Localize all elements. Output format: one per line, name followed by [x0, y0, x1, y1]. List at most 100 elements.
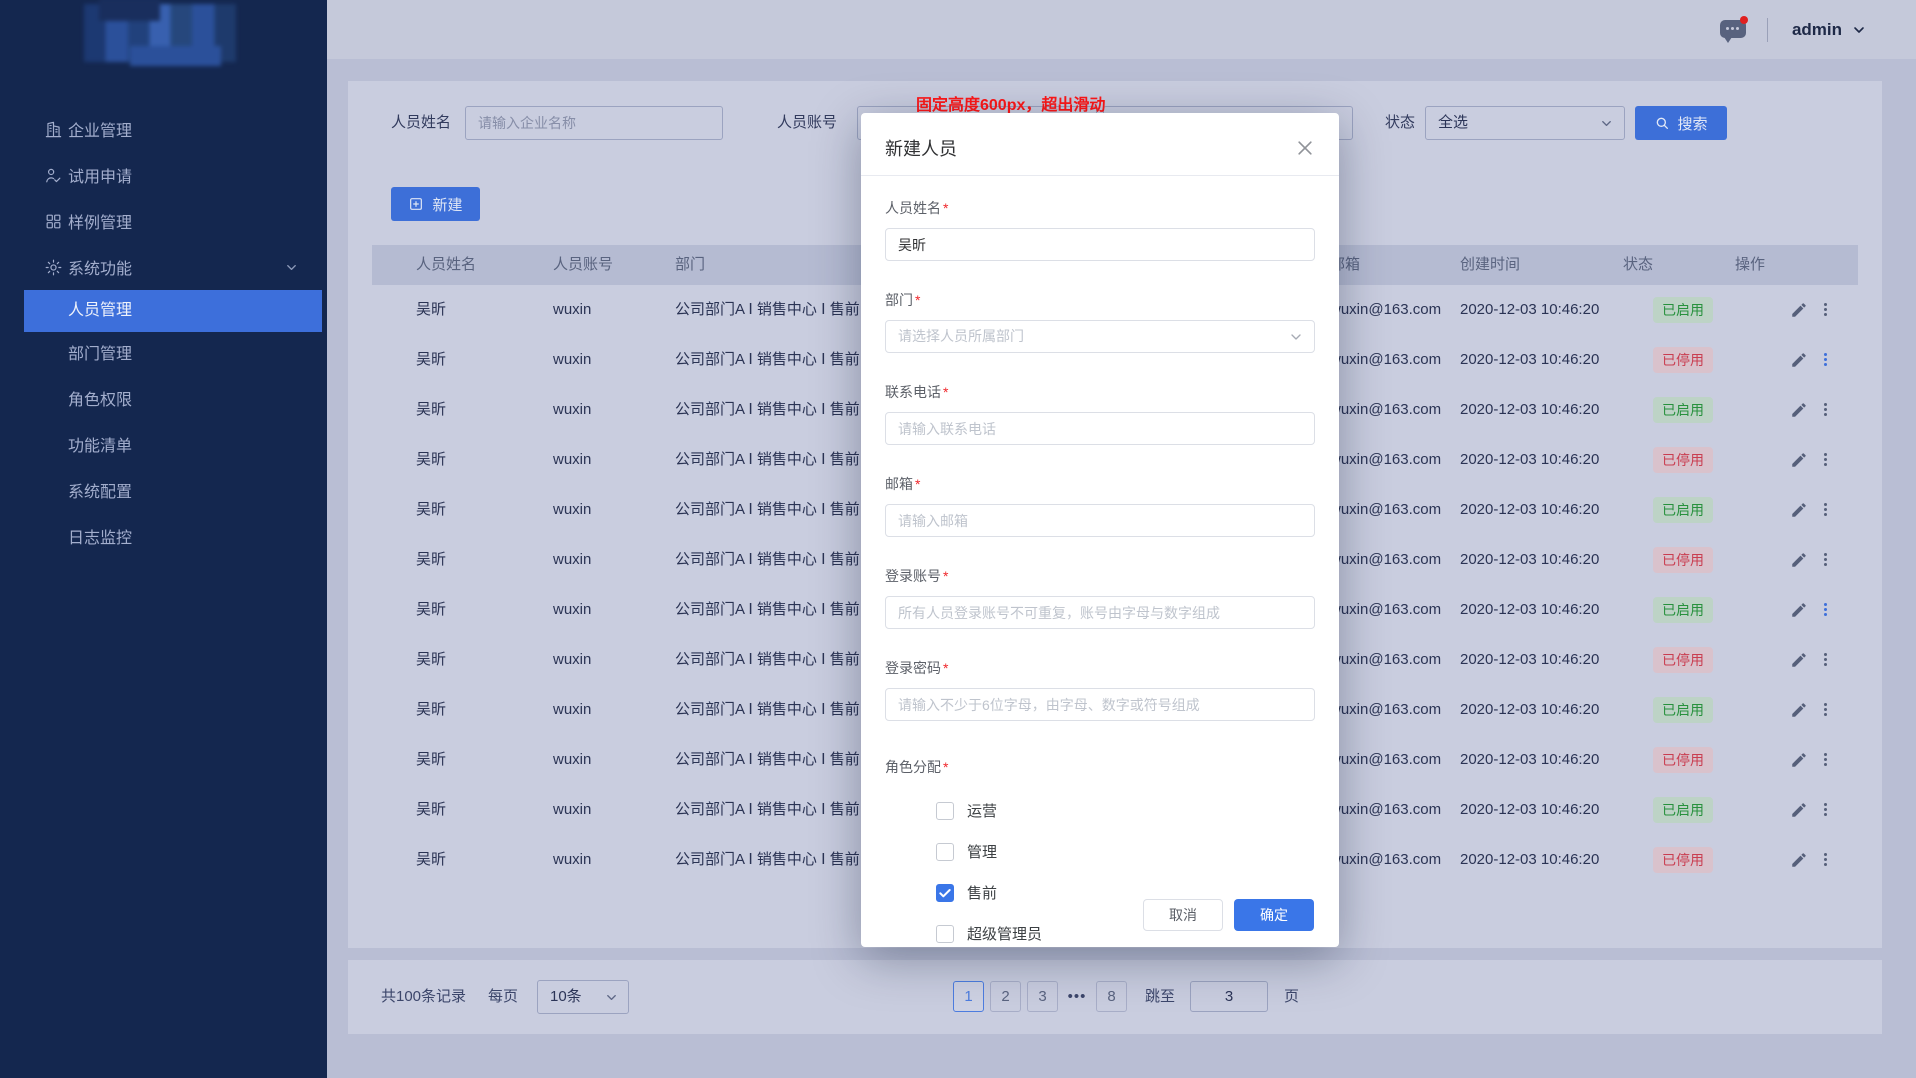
- sidebar-item-roles[interactable]: 角色权限: [0, 378, 327, 424]
- plus-square-icon: [408, 196, 424, 212]
- more-actions-icon[interactable]: [1818, 553, 1832, 568]
- notification-badge: [1740, 16, 1748, 24]
- field-label: 登录账号*: [885, 566, 1315, 586]
- sidebar-item-label: 企业管理: [68, 117, 132, 141]
- status-badge: 已启用: [1653, 697, 1713, 723]
- confirm-button[interactable]: 确定: [1234, 899, 1314, 931]
- filter-status-select[interactable]: 全选: [1425, 106, 1625, 140]
- sidebar-item-personnel[interactable]: 人员管理: [24, 290, 322, 332]
- more-actions-icon[interactable]: [1818, 753, 1832, 768]
- role-checkbox[interactable]: [936, 802, 954, 820]
- cell-name: 吴昕: [416, 785, 446, 835]
- field-label: 部门*: [885, 290, 1315, 310]
- page-button-2[interactable]: 2: [990, 981, 1021, 1012]
- sidebar-submenu: 人员管理部门管理角色权限功能清单系统配置日志监控: [0, 290, 327, 562]
- column-header: 状态: [1623, 245, 1653, 285]
- cell-name: 吴昕: [416, 485, 446, 535]
- more-actions-icon[interactable]: [1818, 853, 1832, 868]
- column-header: 人员姓名: [416, 245, 476, 285]
- cell-department: 公司部门A Ⅰ 销售中心 Ⅰ 售前: [675, 635, 860, 685]
- per-page-select[interactable]: 10条: [537, 980, 629, 1014]
- cancel-button[interactable]: 取消: [1143, 899, 1223, 931]
- sidebar-item-logs[interactable]: 日志监控: [0, 516, 327, 562]
- messages-icon[interactable]: [1720, 17, 1747, 43]
- account-field[interactable]: [885, 596, 1315, 629]
- status-badge: 已启用: [1653, 797, 1713, 823]
- edit-icon[interactable]: [1790, 701, 1808, 719]
- more-actions-icon[interactable]: [1818, 703, 1832, 718]
- cell-account: wuxin: [553, 335, 591, 385]
- cell-account: wuxin: [553, 585, 591, 635]
- cell-created: 2020-12-03 10:46:20: [1460, 785, 1599, 835]
- edit-icon[interactable]: [1790, 501, 1808, 519]
- cell-email: wuxin@163.com: [1330, 835, 1441, 885]
- sidebar-item-trial[interactable]: 试用申请: [0, 152, 327, 198]
- status-badge: 已停用: [1653, 547, 1713, 573]
- edit-icon[interactable]: [1790, 751, 1808, 769]
- edit-icon[interactable]: [1790, 401, 1808, 419]
- more-actions-icon[interactable]: [1818, 403, 1832, 418]
- sidebar-item-departments[interactable]: 部门管理: [0, 332, 327, 378]
- filter-account-label: 人员账号: [777, 106, 837, 140]
- department-select[interactable]: 请选择人员所属部门: [885, 320, 1315, 353]
- more-actions-icon[interactable]: [1818, 453, 1832, 468]
- cell-created: 2020-12-03 10:46:20: [1460, 385, 1599, 435]
- sidebar-item-functions[interactable]: 功能清单: [0, 424, 327, 470]
- page-button-8[interactable]: 8: [1096, 981, 1127, 1012]
- chevron-down-icon[interactable]: [1851, 22, 1867, 38]
- role-label: 管理: [967, 841, 997, 862]
- name-field[interactable]: [885, 228, 1315, 261]
- cell-name: 吴昕: [416, 585, 446, 635]
- edit-icon[interactable]: [1790, 451, 1808, 469]
- more-actions-icon[interactable]: [1818, 353, 1832, 368]
- filter-name-input[interactable]: [465, 106, 723, 140]
- search-button[interactable]: 搜索: [1635, 106, 1727, 140]
- create-button[interactable]: 新建: [391, 187, 480, 221]
- more-actions-icon[interactable]: [1818, 603, 1832, 618]
- cell-account: wuxin: [553, 285, 591, 335]
- role-row: 运营: [885, 800, 1315, 821]
- jump-page-input[interactable]: [1190, 981, 1268, 1012]
- password-field[interactable]: [885, 688, 1315, 721]
- more-actions-icon[interactable]: [1818, 653, 1832, 668]
- edit-icon[interactable]: [1790, 551, 1808, 569]
- cell-account: wuxin: [553, 835, 591, 885]
- search-icon: [1654, 115, 1670, 131]
- cell-email: wuxin@163.com: [1330, 535, 1441, 585]
- sidebar-item-config[interactable]: 系统配置: [0, 470, 327, 516]
- sidebar-item-enterprise[interactable]: 企业管理: [0, 106, 327, 152]
- app-logo: [84, 4, 236, 62]
- total-records: 共100条记录: [381, 960, 466, 1034]
- edit-icon[interactable]: [1790, 651, 1808, 669]
- close-icon[interactable]: [1295, 138, 1315, 158]
- role-checkbox[interactable]: [936, 843, 954, 861]
- column-header: 创建时间: [1460, 245, 1520, 285]
- column-header: 操作: [1735, 245, 1765, 285]
- sidebar-item-samples[interactable]: 样例管理: [0, 198, 327, 244]
- pagination-bar: 共100条记录 每页 10条 123•••8 跳至 页: [348, 960, 1882, 1034]
- role-checkbox[interactable]: [936, 884, 954, 902]
- app-root: 企业管理试用申请样例管理系统功能 人员管理部门管理角色权限功能清单系统配置日志监…: [0, 0, 1916, 1078]
- user-menu[interactable]: admin: [1792, 20, 1842, 40]
- edit-icon[interactable]: [1790, 601, 1808, 619]
- page-button-3[interactable]: 3: [1027, 981, 1058, 1012]
- cell-account: wuxin: [553, 385, 591, 435]
- phone-field[interactable]: [885, 412, 1315, 445]
- chevron-down-icon: [284, 260, 299, 275]
- more-actions-icon[interactable]: [1818, 803, 1832, 818]
- edit-icon[interactable]: [1790, 801, 1808, 819]
- more-actions-icon[interactable]: [1818, 503, 1832, 518]
- email-field[interactable]: [885, 504, 1315, 537]
- edit-icon[interactable]: [1790, 351, 1808, 369]
- page-button-1[interactable]: 1: [953, 981, 984, 1012]
- cell-account: wuxin: [553, 785, 591, 835]
- sidebar-item-system[interactable]: 系统功能: [0, 244, 327, 290]
- cell-email: wuxin@163.com: [1330, 685, 1441, 735]
- cell-created: 2020-12-03 10:46:20: [1460, 485, 1599, 535]
- more-actions-icon[interactable]: [1818, 303, 1832, 318]
- cell-department: 公司部门A Ⅰ 销售中心 Ⅰ 售前: [675, 385, 860, 435]
- edit-icon[interactable]: [1790, 851, 1808, 869]
- edit-icon[interactable]: [1790, 301, 1808, 319]
- cell-department: 公司部门A Ⅰ 销售中心 Ⅰ 售前: [675, 485, 860, 535]
- role-checkbox[interactable]: [936, 925, 954, 943]
